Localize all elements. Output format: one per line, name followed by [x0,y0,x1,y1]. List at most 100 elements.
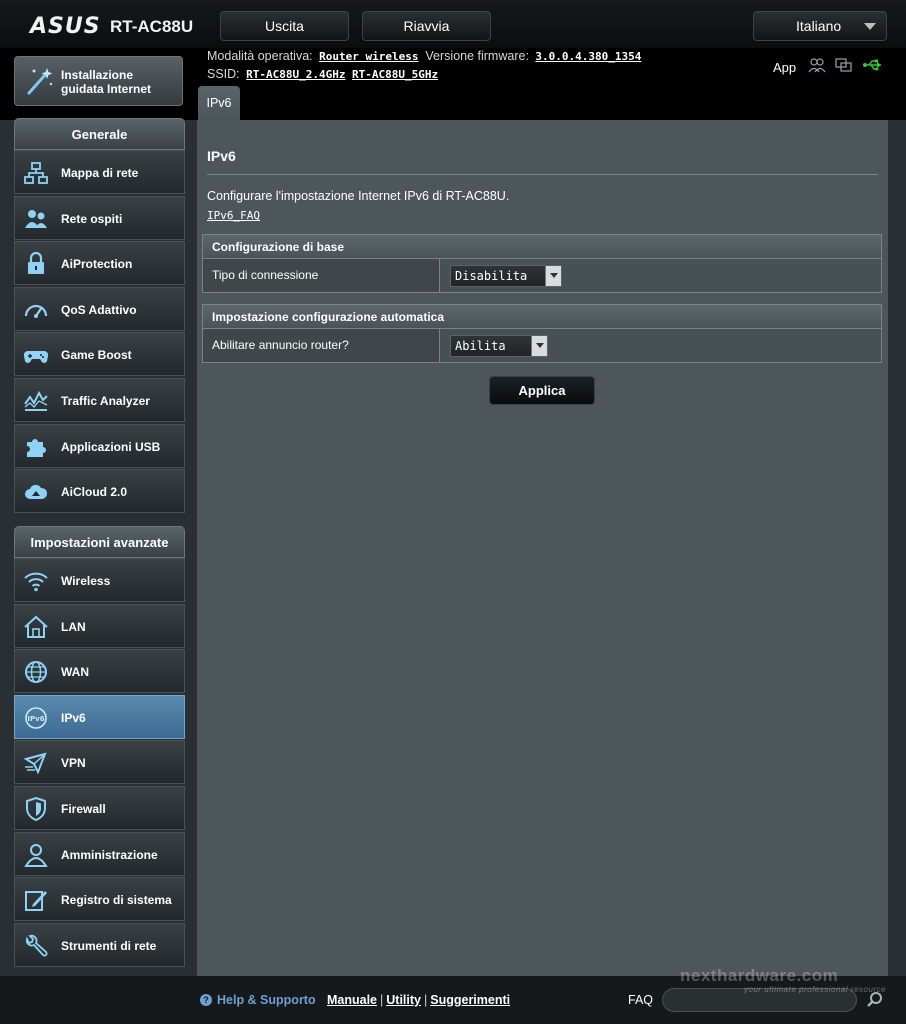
language-select[interactable]: Italiano [753,11,887,41]
sidebar-item-label: LAN [61,619,86,634]
connection-type-value: Disabilita [455,269,528,283]
chevron-down-icon [531,336,547,356]
globe-icon [25,661,47,684]
sidebar-item-label: Amministrazione [61,847,158,862]
vpn-icon [23,752,47,775]
ssid-5ghz-link[interactable]: RT-AC88U_5GHz [352,68,438,81]
firmware-label: Versione firmware: [425,49,529,63]
router-advertisement-cell: Abilita [440,329,881,362]
sidebar-item-game-boost[interactable]: Game Boost [14,332,185,377]
connection-type-cell: Disabilita [440,259,881,292]
devices-icon[interactable] [835,57,853,73]
table-row: Abilitare annuncio router? Abilita [203,329,881,362]
sidebar-item-network-map[interactable]: Mappa di rete [14,150,185,194]
ssid-24ghz-link[interactable]: RT-AC88U_2.4GHz [246,68,345,81]
sidebar-item-ipv6[interactable]: IPv6 IPv6 [14,694,185,739]
router-advertisement-label: Abilitare annuncio router? [203,329,440,362]
sidebar-item-label: QoS Adattivo [61,302,137,317]
model-name: RT-AC88U [110,17,194,36]
lock-icon [28,252,44,275]
sidebar-item-traffic-analyzer[interactable]: Traffic Analyzer [14,377,185,422]
utility-link[interactable]: Utility [386,993,421,1007]
page-description: Configurare l'impostazione Internet IPv6… [207,189,510,203]
help-icon: ? [200,994,212,1006]
manual-link[interactable]: Manuale [327,993,377,1007]
wifi-icon [24,572,48,592]
svg-text:IPv6: IPv6 [27,715,44,723]
footer-links: Manuale | Utility | Suggerimenti [327,993,511,1007]
sidebar-item-wan[interactable]: WAN [14,649,185,694]
top-bar: ASUS RT-AC88U Uscita Riavvia Italiano [0,0,906,48]
shield-icon [26,796,46,822]
app-link[interactable]: App [773,60,796,75]
feedback-link[interactable]: Suggerimenti [430,993,510,1007]
sidebar-item-system-log[interactable]: Registro di sistema [14,877,185,922]
sidebar-item-wireless[interactable]: Wireless [14,558,185,602]
traffic-graph-icon [24,390,48,411]
faq-label: FAQ [628,993,654,1007]
sidebar-item-network-tools[interactable]: Strumenti di rete [14,922,185,967]
language-value: Italiano [796,18,842,34]
sidebar-item-aicloud[interactable]: AiCloud 2.0 [14,469,185,514]
firmware-version-link[interactable]: 3.0.0.4.380_1354 [535,50,641,63]
brand-logo: ASUS [30,14,101,39]
operation-mode-link[interactable]: Router wireless [319,50,418,63]
wizard-label-line2: guidata Internet [61,82,152,96]
sidebar-item-aiprotection[interactable]: AiProtection [14,241,185,286]
sidebar-item-administration[interactable]: Amministrazione [14,831,185,876]
magic-wand-icon [27,68,53,95]
sidebar-item-label: Strumenti di rete [61,938,157,953]
guest-network-icon [25,209,47,228]
ipv6-icon: IPv6 [25,706,47,729]
help-support[interactable]: ? Help & Supporto [200,993,316,1007]
router-advertisement-value: Abilita [455,339,506,353]
apply-button[interactable]: Applica [489,376,595,405]
log-edit-icon [25,891,47,912]
sidebar-item-usb-applications[interactable]: Applicazioni USB [14,423,185,468]
sidebar-item-lan[interactable]: LAN [14,603,185,648]
sidebar-item-vpn[interactable]: VPN [14,740,185,785]
sidebar-item-label: Applicazioni USB [61,439,161,454]
sidebar-item-firewall[interactable]: Firewall [14,785,185,830]
sidebar-item-label: Registro di sistema [61,893,172,908]
basic-config-header: Configurazione di base [203,235,881,259]
house-icon [24,615,48,638]
mode-label: Modalità operativa: [207,49,313,63]
network-map-icon [24,162,48,184]
sidebar-item-guest-network[interactable]: Rete ospiti [14,195,185,240]
advanced-section-header: Impostazioni avanzate [14,526,185,558]
auto-config-header: Impostazione configurazione automatica [203,305,881,329]
speedometer-icon [24,304,48,318]
sidebar-item-label: AiCloud 2.0 [61,485,128,500]
sidebar-item-adaptive-qos[interactable]: QoS Adattivo [14,286,185,331]
internet-setup-wizard-button[interactable]: Installazione guidata Internet [14,56,183,106]
watermark: nexthardware.com your ultimate professio… [680,966,886,994]
sidebar-item-label: VPN [61,756,86,771]
sidebar-item-label: AiProtection [61,257,133,272]
sidebar-item-label: IPv6 [61,710,86,725]
tab-ipv6[interactable]: IPv6 [198,86,240,120]
sidebar-item-label: Traffic Analyzer [61,393,150,408]
watermark-tagline: your ultimate professional resource [744,985,887,994]
reboot-button[interactable]: Riavvia [362,11,491,41]
page-title: IPv6 [207,148,236,164]
usb-icon[interactable] [862,57,884,73]
status-line-ssid: SSID: RT-AC88U_2.4GHz RT-AC88U_5GHz [207,67,438,81]
logout-button[interactable]: Uscita [220,11,349,41]
user-icon [24,843,48,867]
sidebar-item-label: Mappa di rete [61,166,139,180]
connection-type-select[interactable]: Disabilita [450,265,562,287]
router-advertisement-select[interactable]: Abilita [450,335,548,357]
clients-icon[interactable] [808,57,826,73]
watermark-main: nexthardware.com [680,966,839,985]
wizard-label-line1: Installazione [61,68,134,82]
sidebar-item-label: Rete ospiti [61,211,123,226]
auto-config-table: Impostazione configurazione automatica A… [202,304,882,363]
advanced-menu: Wireless LAN WAN IPv6 IPv6 VPN Firewall … [14,558,185,968]
status-line-mode: Modalità operativa: Router wireless Vers… [207,49,641,63]
chevron-down-icon [864,23,876,30]
ipv6-faq-link[interactable]: IPv6_FAQ [207,209,260,222]
main-panel: IPv6 Configurare l'impostazione Internet… [197,120,888,976]
sidebar-item-label: Wireless [61,574,111,588]
connection-type-label: Tipo di connessione [203,259,440,292]
